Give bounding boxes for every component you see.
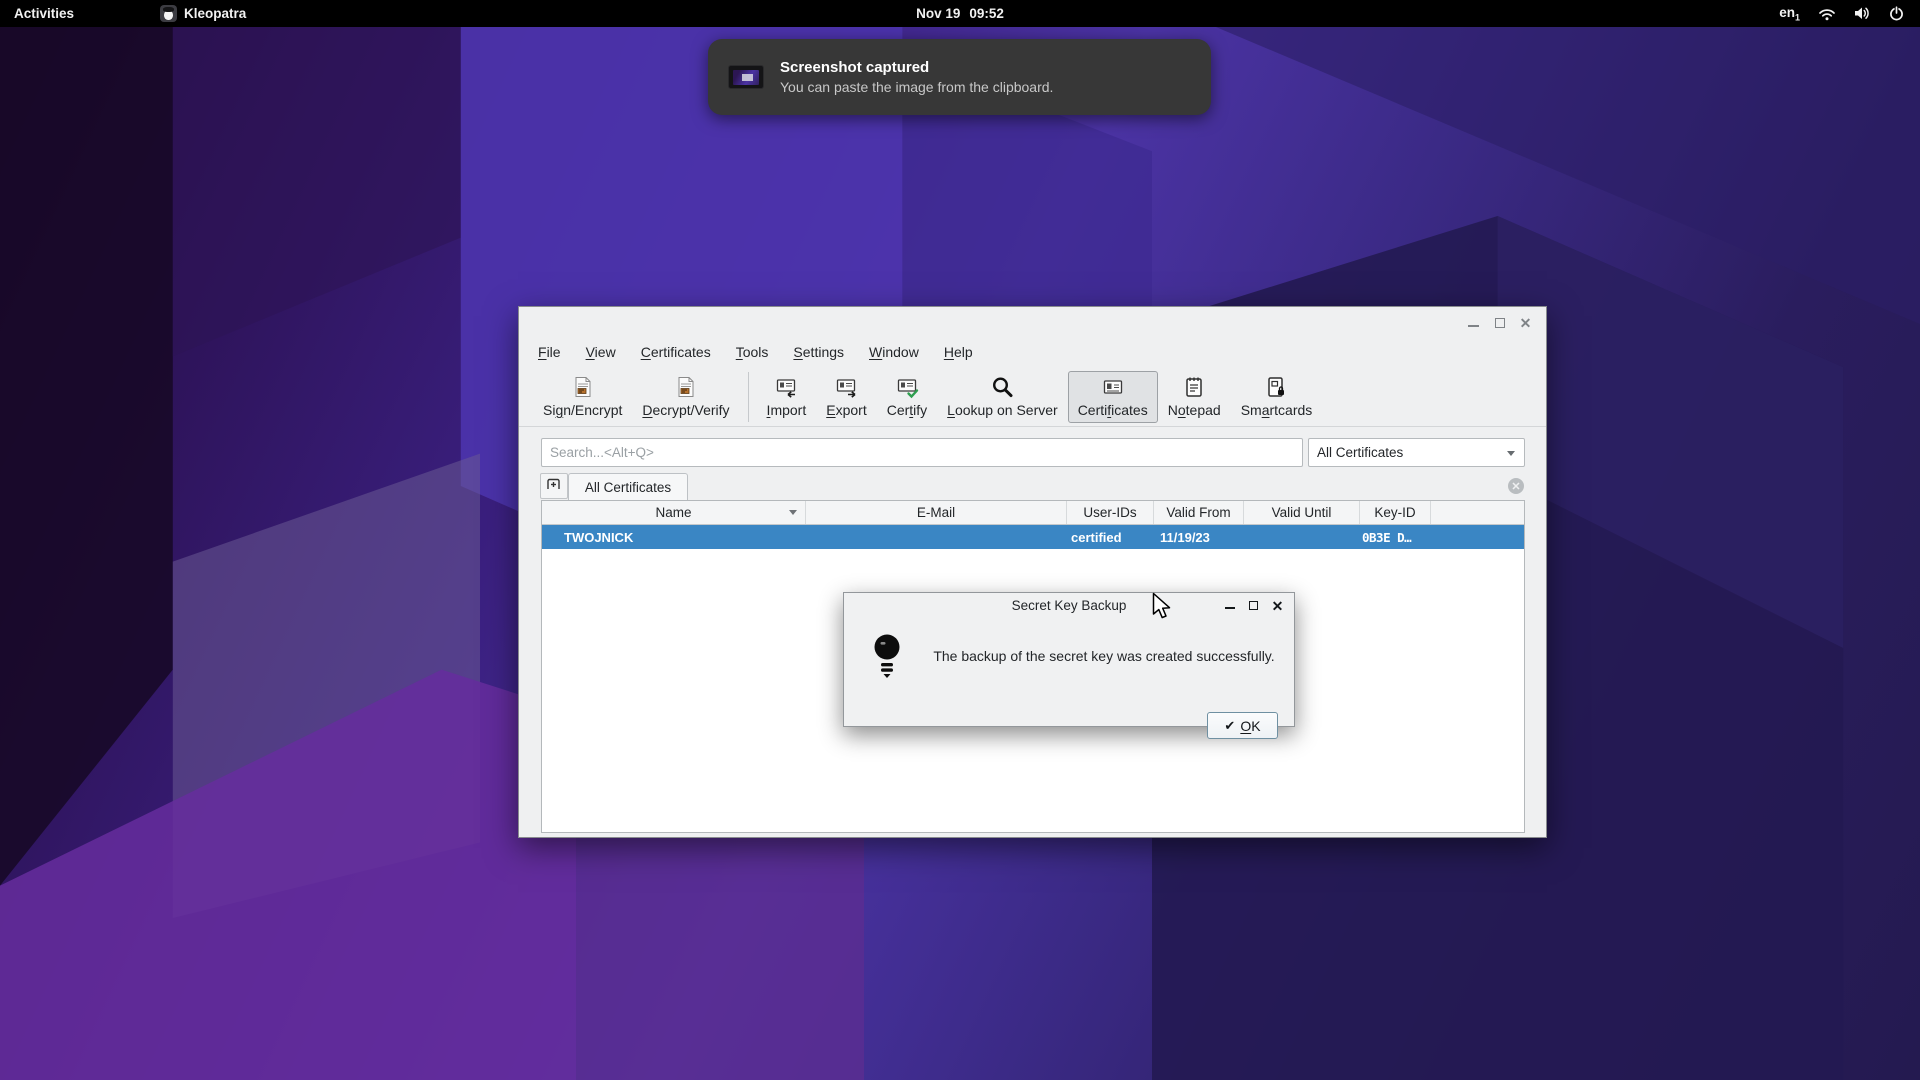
- toolbar-import-button[interactable]: Import: [757, 371, 817, 423]
- menu-window[interactable]: Window: [863, 342, 925, 362]
- tab-all-certificates[interactable]: All Certificates: [568, 473, 688, 500]
- cell-valid-from: 11/19/23: [1154, 525, 1244, 549]
- volume-icon[interactable]: [1854, 6, 1871, 21]
- notification-banner[interactable]: Screenshot captured You can paste the im…: [708, 39, 1211, 115]
- notification-body: You can paste the image from the clipboa…: [780, 79, 1053, 95]
- column-header-name[interactable]: Name: [542, 501, 806, 524]
- check-icon: ✔: [1224, 718, 1235, 734]
- kleopatra-app-icon: [160, 5, 177, 22]
- screenshot-thumbnail-icon: [728, 65, 764, 89]
- desktop: Activities Kleopatra Nov 19 09:52 en1: [0, 0, 1920, 1080]
- column-header-user-ids[interactable]: User-IDs: [1067, 501, 1154, 524]
- app-menu-label: Kleopatra: [184, 6, 246, 21]
- column-header-valid-from[interactable]: Valid From: [1154, 501, 1244, 524]
- menu-settings[interactable]: Settings: [787, 342, 850, 362]
- sort-descending-icon: [789, 510, 797, 515]
- column-header-valid-until[interactable]: Valid Until: [1244, 501, 1360, 524]
- decrypt-verify-icon: [674, 375, 698, 399]
- menu-bar: File View Certificates Tools Settings Wi…: [519, 339, 1546, 365]
- new-tab-button[interactable]: [540, 473, 568, 499]
- export-icon: [834, 375, 858, 399]
- table-row[interactable]: TWOJNICK certified 11/19/23 0B3E D…: [542, 525, 1524, 549]
- menu-tools[interactable]: Tools: [730, 342, 775, 362]
- activities-button[interactable]: Activities: [0, 0, 88, 27]
- filter-value: All Certificates: [1317, 445, 1403, 460]
- maximize-icon[interactable]: [1493, 317, 1506, 330]
- lightbulb-info-icon: [870, 631, 904, 688]
- toolbar-separator: [748, 372, 749, 422]
- sign-encrypt-icon: [571, 375, 595, 399]
- notification-title: Screenshot captured: [780, 59, 1053, 76]
- toolbar-notepad-button[interactable]: Notepad: [1158, 371, 1231, 423]
- power-icon[interactable]: [1889, 6, 1904, 21]
- column-header-email[interactable]: E-Mail: [806, 501, 1067, 524]
- kleopatra-window: ✕ File View Certificates Tools Settings …: [518, 306, 1547, 838]
- top-bar: Activities Kleopatra Nov 19 09:52 en1: [0, 0, 1920, 27]
- clock-date: Nov 19: [916, 6, 960, 21]
- toolbar-lookup-button[interactable]: Lookup on Server: [937, 371, 1068, 423]
- window-titlebar[interactable]: ✕: [519, 307, 1546, 339]
- column-header-key-id[interactable]: Key-ID: [1360, 501, 1431, 524]
- cell-key-id: 0B3E D…: [1360, 525, 1431, 549]
- close-icon[interactable]: ✕: [1519, 317, 1532, 330]
- clock-time: 09:52: [969, 6, 1004, 21]
- menu-view[interactable]: View: [580, 342, 622, 362]
- import-icon: [774, 375, 798, 399]
- toolbar-export-button[interactable]: Export: [816, 371, 876, 423]
- menu-file[interactable]: File: [532, 342, 567, 362]
- minimize-icon[interactable]: [1467, 317, 1480, 330]
- dialog-minimize-icon[interactable]: [1223, 599, 1236, 612]
- cell-email: [806, 525, 1067, 549]
- cell-name: TWOJNICK: [542, 525, 806, 549]
- search-input[interactable]: [541, 438, 1303, 467]
- dialog-close-icon[interactable]: ✕: [1271, 599, 1284, 612]
- app-menu-button[interactable]: Kleopatra: [148, 0, 258, 27]
- toolbar: Sign/Encrypt Decrypt/Verify: [519, 365, 1546, 427]
- notepad-icon: [1182, 375, 1206, 399]
- dialog-message: The backup of the secret key was created…: [922, 648, 1286, 664]
- tab-bar: All Certificates ✕: [519, 473, 1546, 500]
- toolbar-certify-button[interactable]: Certify: [877, 371, 937, 423]
- secret-key-backup-dialog: Secret Key Backup ✕ The backup of the se…: [843, 592, 1295, 727]
- new-tab-icon: [546, 476, 562, 497]
- keyboard-layout-indicator[interactable]: en1: [1779, 5, 1800, 23]
- certify-icon: [895, 375, 919, 399]
- ok-button[interactable]: ✔ OK: [1207, 712, 1278, 739]
- dialog-maximize-icon[interactable]: [1247, 599, 1260, 612]
- dialog-title: Secret Key Backup: [1012, 598, 1127, 613]
- menu-certificates[interactable]: Certificates: [635, 342, 717, 362]
- clock-button[interactable]: Nov 19 09:52: [916, 6, 1004, 21]
- mouse-cursor: [1152, 592, 1174, 627]
- certificates-icon: [1101, 375, 1125, 399]
- toolbar-decrypt-verify-button[interactable]: Decrypt/Verify: [632, 371, 739, 423]
- cell-valid-until: [1244, 525, 1360, 549]
- cell-user-ids: certified: [1067, 525, 1154, 549]
- smartcards-icon: [1264, 375, 1288, 399]
- chevron-down-icon: [1507, 451, 1515, 456]
- tab-close-icon[interactable]: ✕: [1508, 478, 1524, 494]
- certificate-filter-dropdown[interactable]: All Certificates: [1308, 438, 1525, 467]
- wifi-icon[interactable]: [1818, 7, 1836, 21]
- dialog-titlebar[interactable]: Secret Key Backup ✕: [844, 593, 1294, 618]
- lookup-icon: [990, 375, 1014, 399]
- toolbar-certificates-button[interactable]: Certificates: [1068, 371, 1158, 423]
- table-header: Name E-Mail User-IDs Valid From Valid Un…: [542, 501, 1524, 525]
- toolbar-smartcards-button[interactable]: Smartcards: [1231, 371, 1323, 423]
- toolbar-sign-encrypt-button[interactable]: Sign/Encrypt: [533, 371, 632, 423]
- menu-help[interactable]: Help: [938, 342, 979, 362]
